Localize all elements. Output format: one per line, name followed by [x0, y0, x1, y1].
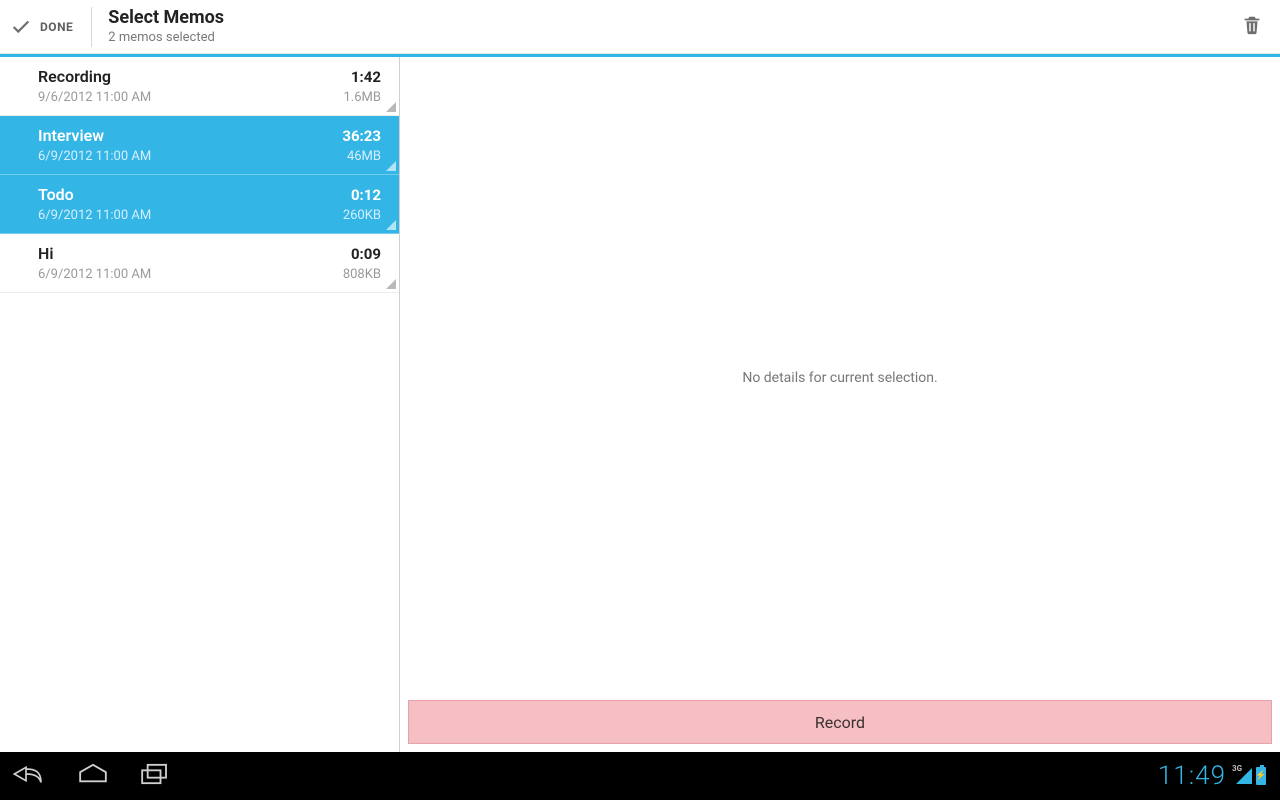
memo-size: 808KB [343, 267, 381, 282]
recent-apps-icon [138, 763, 172, 789]
detail-pane: No details for current selection. Record [400, 57, 1280, 752]
record-label: Record [815, 713, 865, 732]
back-icon [11, 763, 51, 789]
resize-handle-icon [386, 220, 396, 230]
memo-title: Interview [38, 126, 104, 145]
battery-icon: ⚡ [1256, 767, 1266, 785]
recent-apps-button[interactable] [138, 762, 172, 790]
system-nav-bar: 11:49 3G ⚡ [0, 752, 1280, 800]
memo-date: 6/9/2012 11:00 AM [38, 149, 151, 164]
back-button[interactable] [14, 762, 48, 790]
memo-item[interactable]: Hi 0:09 6/9/2012 11:00 AM 808KB [0, 234, 399, 293]
home-button[interactable] [76, 762, 110, 790]
delete-button[interactable] [1238, 13, 1266, 41]
check-icon [10, 16, 32, 38]
memo-duration: 36:23 [342, 127, 381, 145]
home-icon [76, 763, 110, 789]
memo-date: 9/6/2012 11:00 AM [38, 90, 151, 105]
memo-item[interactable]: Todo 0:12 6/9/2012 11:00 AM 260KB [0, 175, 399, 234]
status-area[interactable]: 11:49 3G ⚡ [1158, 761, 1266, 791]
memo-list[interactable]: Recording 1:42 9/6/2012 11:00 AM 1.6MB Inter… [0, 57, 400, 752]
action-bar: DONE Select Memos 2 memos selected [0, 0, 1280, 54]
page-subtitle: 2 memos selected [108, 30, 224, 45]
memo-size: 46MB [347, 149, 381, 164]
page-title: Select Memos [108, 8, 224, 28]
empty-detail-message: No details for current selection. [400, 370, 1280, 386]
memo-duration: 0:12 [351, 186, 381, 204]
done-label: DONE [40, 20, 73, 34]
title-block: Select Memos 2 memos selected [108, 8, 224, 45]
memo-item[interactable]: Recording 1:42 9/6/2012 11:00 AM 1.6MB [0, 57, 399, 116]
memo-title: Todo [38, 185, 74, 204]
done-button[interactable]: DONE [10, 7, 92, 47]
memo-title: Hi [38, 244, 53, 263]
memo-size: 1.6MB [344, 90, 382, 105]
record-button[interactable]: Record [408, 700, 1272, 744]
memo-size: 260KB [343, 208, 381, 223]
memo-item[interactable]: Interview 36:23 6/9/2012 11:00 AM 46MB [0, 116, 399, 175]
trash-icon [1241, 14, 1263, 40]
signal-icon: 3G [1234, 768, 1252, 784]
memo-date: 6/9/2012 11:00 AM [38, 208, 151, 223]
memo-duration: 0:09 [351, 245, 381, 263]
charging-icon: ⚡ [1255, 772, 1266, 781]
memo-duration: 1:42 [351, 68, 381, 86]
resize-handle-icon [386, 279, 396, 289]
resize-handle-icon [386, 102, 396, 112]
resize-handle-icon [386, 161, 396, 171]
memo-title: Recording [38, 67, 111, 86]
clock: 11:49 [1158, 761, 1226, 791]
memo-date: 6/9/2012 11:00 AM [38, 267, 151, 282]
